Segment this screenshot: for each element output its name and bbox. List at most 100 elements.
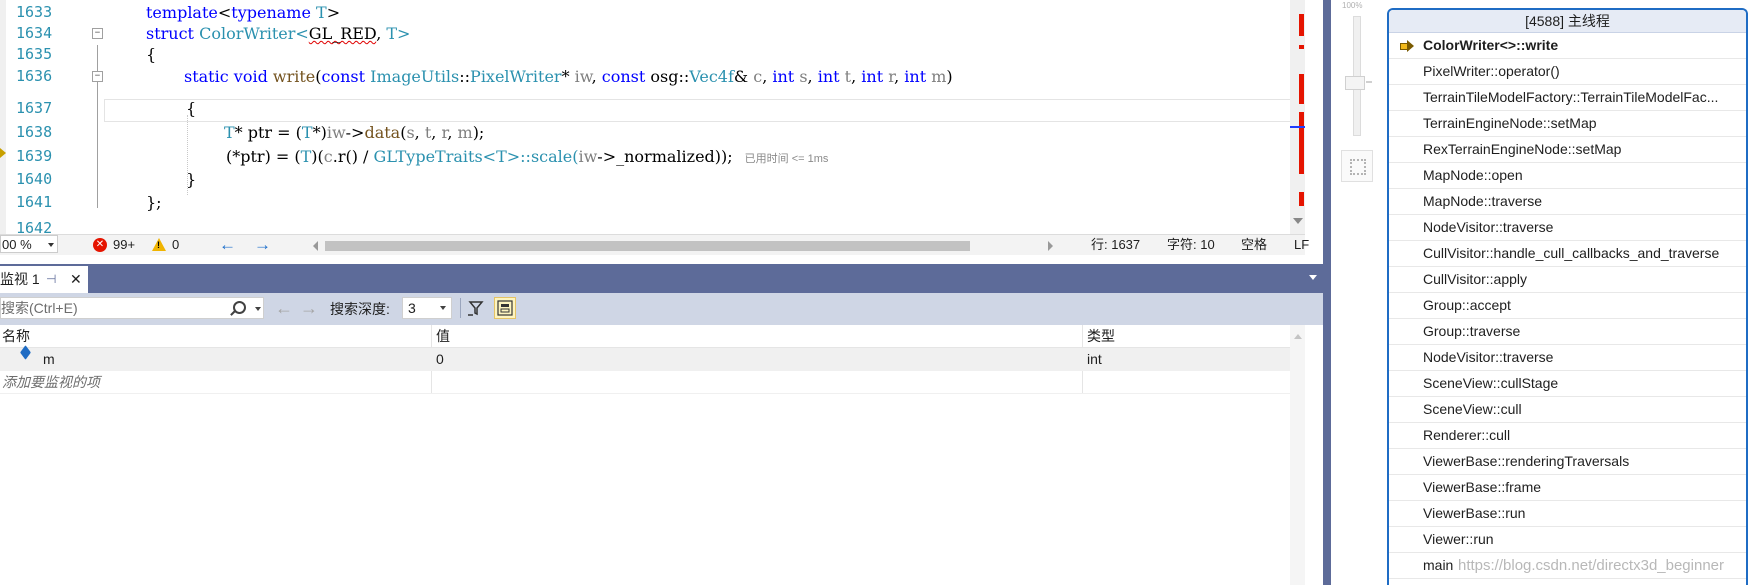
- watermark: https://blog.csdn.net/directx3d_beginner: [1458, 557, 1725, 574]
- column-header-value[interactable]: 值: [436, 325, 450, 347]
- code-editor[interactable]: 1633 template<typename T> 1634 − struct …: [0, 0, 1305, 234]
- navigate-back-icon[interactable]: ←: [219, 235, 236, 255]
- code-text[interactable]: {: [186, 97, 196, 120]
- watch-toolbar: 搜索(Ctrl+E) ← → 搜索深度: 3: [0, 293, 1323, 325]
- stack-frame[interactable]: ColorWriter<>::write: [1389, 33, 1746, 59]
- current-frame-arrow-icon: [1400, 40, 1414, 52]
- line-indicator[interactable]: 行: 1637: [1091, 235, 1140, 255]
- frame-name: ViewerBase::run: [1423, 505, 1526, 521]
- frame-name: Viewer::run: [1423, 531, 1494, 547]
- editor-horizontal-scrollbar[interactable]: [313, 239, 1053, 251]
- close-icon[interactable]: ✕: [70, 266, 82, 293]
- panel-menu-icon[interactable]: [1309, 275, 1317, 280]
- navigate-forward-icon[interactable]: →: [254, 235, 271, 255]
- code-text[interactable]: };: [146, 191, 162, 214]
- stack-frame[interactable]: CullVisitor::handle_cull_callbacks_and_t…: [1389, 241, 1746, 267]
- code-text[interactable]: static void write(const ImageUtils::Pixe…: [184, 65, 953, 88]
- error-icon[interactable]: ✕: [93, 238, 107, 252]
- error-marker: [1299, 45, 1304, 49]
- window-splitter[interactable]: [1323, 0, 1331, 585]
- warning-count[interactable]: 0: [172, 235, 179, 255]
- stack-frame[interactable]: SceneView::cull: [1389, 397, 1746, 423]
- search-previous-icon[interactable]: ←: [275, 298, 293, 318]
- frame-name: SceneView::cullStage: [1423, 375, 1559, 391]
- line-number: 1638: [16, 123, 53, 141]
- line-number: 1635: [16, 45, 53, 63]
- code-text[interactable]: template<typename T>: [146, 1, 340, 24]
- view-toggle-button[interactable]: [494, 297, 516, 319]
- tab-watch-1[interactable]: 监视 1 ⊣ ✕: [0, 266, 88, 293]
- stack-frame[interactable]: MapNode::open: [1389, 163, 1746, 189]
- add-watch-placeholder[interactable]: 添加要监视的项: [2, 371, 100, 393]
- scroll-up-icon[interactable]: [1294, 334, 1302, 339]
- watch-vertical-scrollbar[interactable]: [1290, 325, 1305, 585]
- search-depth-select[interactable]: 3: [402, 297, 452, 319]
- error-marker: [1299, 112, 1304, 174]
- code-line: 1637 {: [0, 97, 1290, 120]
- frame-name: ColorWriter<>::write: [1423, 37, 1559, 53]
- zoom-select[interactable]: 00 %: [0, 235, 58, 253]
- stack-frame[interactable]: Viewer::run: [1389, 527, 1746, 553]
- stack-frame[interactable]: Group::accept: [1389, 293, 1746, 319]
- scroll-left-icon[interactable]: [313, 241, 318, 251]
- stack-frame[interactable]: TerrainTileModelFactory::TerrainTileMode…: [1389, 85, 1746, 111]
- code-line: 1641 };: [0, 191, 1290, 214]
- editor-vertical-scrollbar[interactable]: [1290, 0, 1305, 234]
- stack-frame[interactable]: SceneView::cullStage: [1389, 371, 1746, 397]
- frame-name: SceneView::cull: [1423, 401, 1522, 417]
- pin-icon[interactable]: ⊣: [46, 266, 56, 293]
- stack-frame[interactable]: NodeVisitor::traverse: [1389, 215, 1746, 241]
- scroll-down-icon[interactable]: [1293, 218, 1303, 224]
- collapse-icon[interactable]: −: [92, 28, 103, 39]
- code-text[interactable]: {: [146, 43, 156, 66]
- code-line: 1638 T* ptr = (T*)iw->data(s, t, r, m);: [0, 121, 1290, 144]
- error-marker: [1299, 74, 1304, 104]
- search-next-icon[interactable]: →: [300, 298, 318, 318]
- toolbar-divider: [460, 298, 461, 318]
- stack-frame[interactable]: ViewerBase::frame: [1389, 475, 1746, 501]
- stack-frame[interactable]: RexTerrainEngineNode::setMap: [1389, 137, 1746, 163]
- line-number: 1634: [16, 24, 53, 42]
- column-header-name[interactable]: 名称: [2, 325, 30, 347]
- search-icon[interactable]: [233, 301, 246, 314]
- stack-frame[interactable]: CullVisitor::apply: [1389, 267, 1746, 293]
- filter-button[interactable]: [465, 297, 487, 319]
- column-header-type[interactable]: 类型: [1087, 325, 1115, 347]
- whitespace-indicator[interactable]: 空格: [1241, 235, 1267, 255]
- stack-frame[interactable]: Group::traverse: [1389, 319, 1746, 345]
- error-count[interactable]: 99+: [113, 235, 135, 255]
- code-text[interactable]: T* ptr = (T*)iw->data(s, t, r, m);: [224, 121, 484, 144]
- code-text[interactable]: }: [186, 168, 196, 191]
- error-marker: [1299, 192, 1304, 206]
- frame-name: NodeVisitor::traverse: [1423, 349, 1554, 365]
- stack-frame[interactable]: ViewerBase::run: [1389, 501, 1746, 527]
- stack-frame[interactable]: TerrainEngineNode::setMap: [1389, 111, 1746, 137]
- stack-frame[interactable]: Renderer::cull: [1389, 423, 1746, 449]
- frame-name: MapNode::traverse: [1423, 193, 1543, 209]
- stack-frame[interactable]: PixelWriter::operator(): [1389, 59, 1746, 85]
- frame-name: CullVisitor::apply: [1423, 271, 1528, 287]
- code-line: 1639 (*ptr) = (T)(c.r() / GLTypeTraits<T…: [0, 145, 1290, 168]
- frame-name: TerrainEngineNode::setMap: [1423, 115, 1597, 131]
- watch-value-cell[interactable]: 0: [436, 348, 444, 370]
- search-input[interactable]: 搜索(Ctrl+E): [0, 297, 264, 319]
- collapse-icon[interactable]: −: [92, 71, 103, 82]
- zoom-slider-thumb[interactable]: [1345, 76, 1365, 90]
- scroll-right-icon[interactable]: [1048, 241, 1053, 251]
- char-indicator[interactable]: 字符: 10: [1167, 235, 1215, 255]
- scroll-thumb[interactable]: [325, 241, 970, 251]
- perf-tip[interactable]: 已用时间 <= 1ms: [745, 153, 829, 165]
- eol-indicator[interactable]: LF: [1294, 235, 1309, 255]
- zoom-level-label: 100%: [1342, 1, 1363, 10]
- chevron-down-icon[interactable]: [255, 307, 261, 311]
- add-watch-row[interactable]: 添加要监视的项: [0, 371, 1300, 394]
- stack-frame[interactable]: ViewerBase::renderingTraversals: [1389, 449, 1746, 475]
- caret-position-marker: [1290, 126, 1305, 128]
- zoom-to-fit-button[interactable]: [1341, 150, 1373, 182]
- chevron-down-icon: [48, 243, 54, 247]
- stack-frame[interactable]: NodeVisitor::traverse: [1389, 345, 1746, 371]
- watch-name-cell[interactable]: m: [43, 348, 55, 370]
- stack-frame[interactable]: MapNode::traverse: [1389, 189, 1746, 215]
- table-row[interactable]: m 0 int: [0, 345, 1300, 371]
- code-text[interactable]: struct ColorWriter<GL_RED, T>: [146, 22, 410, 45]
